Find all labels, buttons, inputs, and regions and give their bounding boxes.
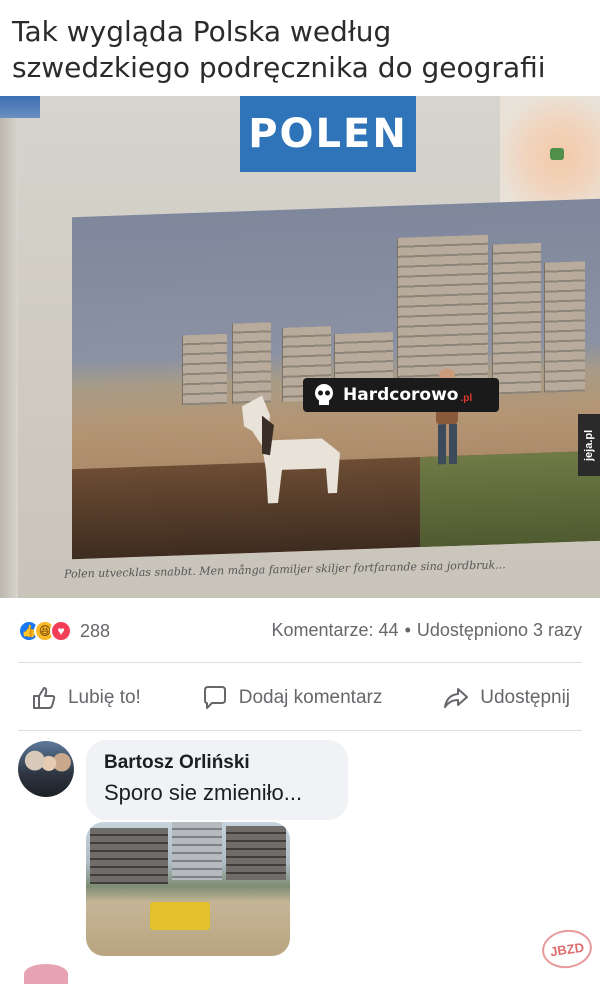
watermark-text: Hardcorowo	[343, 385, 459, 405]
comment-button[interactable]: Dodaj komentarz	[201, 684, 383, 712]
share-button[interactable]: Udostępnij	[442, 684, 570, 712]
jbzd-badge: JBZD	[539, 926, 595, 972]
book-page-edge	[0, 96, 18, 598]
reaction-count: 288	[80, 620, 111, 641]
photo-building	[226, 826, 286, 880]
shares-count[interactable]: Udostępniono 3 razy	[417, 620, 582, 641]
reaction-summary[interactable]: 👍 😆 ♥ 288	[18, 618, 110, 644]
post-photo[interactable]: POLEN Hardcorowo .pl jeja.pl Polen utvec…	[0, 96, 600, 598]
caption-line-2: szwedzkiego podręcznika do geografii	[12, 51, 546, 84]
textbook-caption: Polen utvecklas snabbt. Men många familj…	[63, 558, 506, 581]
combine-harvester	[150, 902, 210, 930]
hardcorowo-watermark: Hardcorowo .pl	[303, 378, 499, 412]
post-stats: Komentarze: 44 • Udostępniono 3 razy	[272, 620, 583, 641]
like-button[interactable]: Lubię to!	[30, 684, 141, 712]
photo-building	[90, 828, 168, 884]
polen-banner: POLEN	[240, 96, 416, 172]
share-arrow-icon	[444, 688, 469, 708]
comment-author[interactable]: Bartosz Orliński	[104, 752, 330, 774]
share-label: Udostępnij	[480, 687, 571, 708]
divider	[18, 662, 582, 663]
stats-separator: •	[404, 620, 411, 640]
next-comment-avatar	[24, 964, 68, 984]
poland-highlight	[550, 148, 564, 160]
caption-line-1: Tak wygląda Polska według	[12, 15, 392, 48]
thumbs-up-icon	[32, 687, 56, 709]
comments-count[interactable]: Komentarze: 44	[272, 620, 399, 641]
post-caption: Tak wygląda Polska według szwedzkiego po…	[12, 14, 592, 86]
divider	[18, 730, 582, 731]
speech-bubble-icon	[203, 686, 226, 709]
apartment-block	[492, 242, 541, 395]
post-actions: Lubię to! Dodaj komentarz Udostępnij	[0, 676, 600, 720]
apartment-block	[182, 333, 227, 406]
love-reaction-icon: ♥	[50, 620, 72, 642]
europe-mini-map	[500, 96, 600, 206]
skull-icon	[315, 384, 333, 405]
watermark-suffix: .pl	[460, 392, 473, 404]
book-corner-decoration	[0, 96, 40, 118]
avatar[interactable]	[18, 741, 74, 797]
comment-text: Sporo sie zmieniło...	[104, 780, 303, 805]
photo-building	[172, 822, 222, 880]
comment-bubble: Bartosz Orliński Sporo sie zmieniło...	[86, 740, 348, 820]
comment-photo[interactable]	[86, 822, 290, 956]
comment-label: Dodaj komentarz	[238, 687, 383, 708]
jeja-side-tag: jeja.pl	[578, 414, 600, 476]
apartment-block	[544, 261, 585, 393]
like-label: Lubię to!	[67, 687, 141, 708]
